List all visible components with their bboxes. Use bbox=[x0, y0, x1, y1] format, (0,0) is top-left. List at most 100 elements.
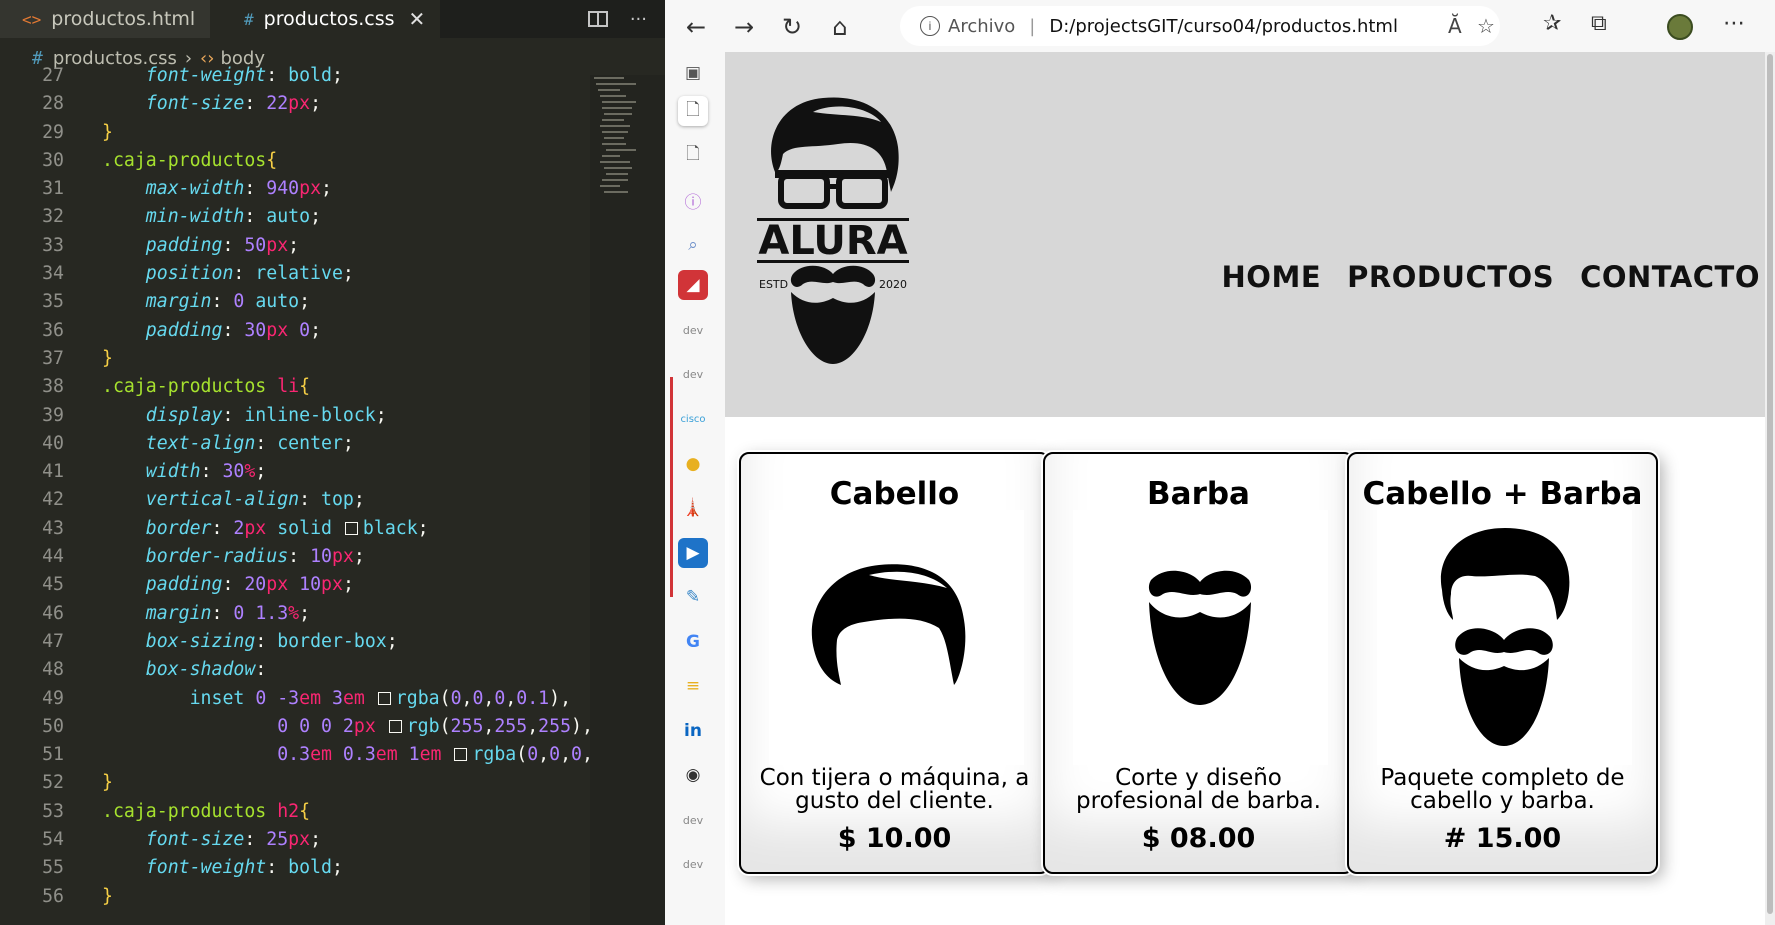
page-tab-icon[interactable]: 🗋 bbox=[678, 140, 708, 170]
line-number: 37 bbox=[42, 347, 64, 369]
avatar[interactable] bbox=[1667, 14, 1693, 40]
code-line[interactable]: 56} bbox=[0, 883, 590, 911]
code-text: font-size: 25px; bbox=[102, 829, 322, 851]
linkedin-icon[interactable]: in bbox=[678, 716, 708, 746]
search-icon[interactable]: ⌕ bbox=[678, 230, 708, 260]
notes-icon[interactable]: ✎ bbox=[678, 582, 708, 612]
address-bar[interactable]: i Archivo | D:/projectsGIT/curso04/produ… bbox=[900, 6, 1500, 46]
address-scheme-label: Archivo bbox=[948, 15, 1016, 37]
product-price: # 15.00 bbox=[1443, 823, 1562, 854]
favorites-icon[interactable]: ✰ bbox=[1543, 11, 1561, 36]
code-line[interactable]: 41 width: 30%; bbox=[0, 458, 590, 486]
line-number: 28 bbox=[42, 93, 64, 115]
color-swatch[interactable] bbox=[388, 719, 402, 733]
minimap[interactable] bbox=[590, 75, 665, 925]
code-line[interactable]: 55 font-weight: bold; bbox=[0, 854, 590, 882]
extension-icon[interactable]: ⓘ bbox=[678, 185, 708, 215]
code-text: margin: 0 1.3%; bbox=[102, 602, 311, 624]
code-text: } bbox=[102, 885, 113, 907]
code-line[interactable]: 45 padding: 20px 10px; bbox=[0, 571, 590, 599]
read-aloud-icon[interactable]: Ă bbox=[1448, 14, 1462, 38]
code-line[interactable]: 27 font-weight: bold; bbox=[0, 62, 590, 90]
code-line[interactable]: 33 padding: 50px; bbox=[0, 232, 590, 260]
code-line[interactable]: 50 0 0 0 2px rgb(255,255,255), bbox=[0, 713, 593, 741]
extension-icon[interactable]: dev bbox=[678, 849, 708, 879]
code-line[interactable]: 54 font-size: 25px; bbox=[0, 826, 590, 854]
add-favorite-icon[interactable]: ☆ bbox=[1477, 14, 1495, 38]
code-line[interactable]: 28 font-size: 22px; bbox=[0, 90, 590, 118]
tab-productos-css[interactable]: # productos.css ✕ bbox=[210, 0, 440, 38]
home-icon[interactable]: ⌂ bbox=[823, 10, 857, 44]
extension-icon[interactable]: dev bbox=[678, 805, 708, 835]
code-line[interactable]: 52} bbox=[0, 769, 590, 797]
play-icon[interactable]: ▶ bbox=[678, 538, 708, 568]
code-area[interactable]: 27 font-weight: bold; 28 font-size: 22px;… bbox=[0, 62, 604, 911]
code-line[interactable]: 32 min-width: auto; bbox=[0, 203, 590, 231]
google-icon[interactable]: G bbox=[678, 627, 708, 657]
tab-productos-html[interactable]: <> productos.html bbox=[0, 0, 210, 38]
code-text: border-radius: 10px; bbox=[102, 546, 365, 568]
color-swatch[interactable] bbox=[454, 748, 468, 762]
cisco-icon[interactable]: cisco bbox=[678, 404, 708, 434]
editor-actions: ··· bbox=[587, 0, 647, 38]
code-editor[interactable]: <> productos.html # productos.css ✕ ··· … bbox=[0, 0, 665, 925]
nav-productos[interactable]: PRODUCTOS bbox=[1347, 260, 1554, 294]
browser-sidebar: ▣ 🗋 🗋 ⓘ ⌕ ◢ dev dev cisco ● 🗼 ▶ ✎ G ≡ in… bbox=[665, 52, 723, 925]
refresh-icon[interactable]: ↻ bbox=[775, 10, 809, 44]
tower-icon[interactable]: 🗼 bbox=[678, 493, 708, 523]
line-number: 34 bbox=[42, 263, 64, 285]
forward-icon[interactable]: → bbox=[727, 10, 761, 44]
address-url[interactable]: D:/projectsGIT/curso04/productos.html bbox=[1049, 16, 1398, 37]
code-line[interactable]: 40 text-align: center; bbox=[0, 430, 590, 458]
code-line[interactable]: 29} bbox=[0, 119, 590, 147]
tab-actions-icon[interactable]: ▣ bbox=[678, 58, 708, 88]
code-line[interactable]: 46 margin: 0 1.3%; bbox=[0, 600, 590, 628]
nav-contacto[interactable]: CONTACTO bbox=[1580, 260, 1760, 294]
code-line[interactable]: 30 .caja-productos{ bbox=[0, 147, 590, 175]
line-number: 56 bbox=[42, 885, 64, 907]
code-line[interactable]: 44 border-radius: 10px; bbox=[0, 543, 590, 571]
page-tab-icon[interactable]: 🗋 bbox=[678, 96, 708, 126]
minimap-line bbox=[606, 149, 636, 151]
code-line[interactable]: 47 box-sizing: border-box; bbox=[0, 628, 590, 656]
code-line[interactable]: 34 position: relative; bbox=[0, 260, 590, 288]
extension-icon[interactable]: ◢ bbox=[678, 270, 708, 300]
code-line[interactable]: 48 box-shadow: bbox=[0, 656, 590, 684]
page-scrollbar[interactable] bbox=[1765, 52, 1775, 925]
code-line[interactable]: 42 vertical-align: top; bbox=[0, 486, 590, 514]
code-line[interactable]: 31 max-width: 940px; bbox=[0, 175, 590, 203]
github-icon[interactable]: ◉ bbox=[678, 760, 708, 790]
collections-icon[interactable]: ⧉ bbox=[1591, 11, 1607, 36]
hair-beard-icon bbox=[1440, 528, 1570, 746]
more-icon[interactable]: ⋯ bbox=[1723, 11, 1745, 36]
color-swatch[interactable] bbox=[344, 521, 358, 535]
extension-icon[interactable]: dev bbox=[678, 315, 708, 345]
extension-icon[interactable]: dev bbox=[678, 359, 708, 389]
code-line[interactable]: 51 0.3em 0.3em 1em rgba(0,0,0,0 bbox=[0, 741, 604, 769]
code-line[interactable]: 38 .caja-productos li{ bbox=[0, 373, 590, 401]
info-icon[interactable]: i bbox=[920, 16, 940, 36]
code-line[interactable]: 36 padding: 30px 0; bbox=[0, 317, 590, 345]
minimap-line bbox=[604, 167, 632, 169]
line-number: 52 bbox=[42, 772, 64, 794]
close-icon[interactable]: ✕ bbox=[409, 7, 426, 31]
code-line[interactable]: 39 display: inline-block; bbox=[0, 402, 590, 430]
code-text: margin: 0 auto; bbox=[102, 291, 311, 313]
nav-home[interactable]: HOME bbox=[1222, 260, 1322, 294]
back-icon[interactable]: ← bbox=[679, 10, 713, 44]
extension-icon[interactable]: ≡ bbox=[678, 671, 708, 701]
code-line[interactable]: 35 margin: 0 auto; bbox=[0, 288, 590, 316]
js-icon[interactable]: ● bbox=[678, 449, 708, 479]
code-line[interactable]: 53 .caja-productos h2{ bbox=[0, 798, 590, 826]
code-line[interactable]: 49 inset 0 -3em 3em rgba(0,0,0,0.1), bbox=[0, 685, 590, 713]
code-text: padding: 30px 0; bbox=[102, 319, 322, 341]
more-actions-icon[interactable]: ··· bbox=[630, 9, 647, 30]
split-editor-icon[interactable] bbox=[587, 11, 608, 27]
code-line[interactable]: 37} bbox=[0, 345, 590, 373]
line-number: 51 bbox=[42, 744, 64, 766]
color-swatch[interactable] bbox=[377, 691, 391, 705]
scrollbar-thumb[interactable] bbox=[1767, 54, 1773, 914]
code-line[interactable]: 43 border: 2px solid black; bbox=[0, 515, 590, 543]
line-number: 38 bbox=[42, 376, 64, 398]
code-text: } bbox=[102, 121, 113, 143]
